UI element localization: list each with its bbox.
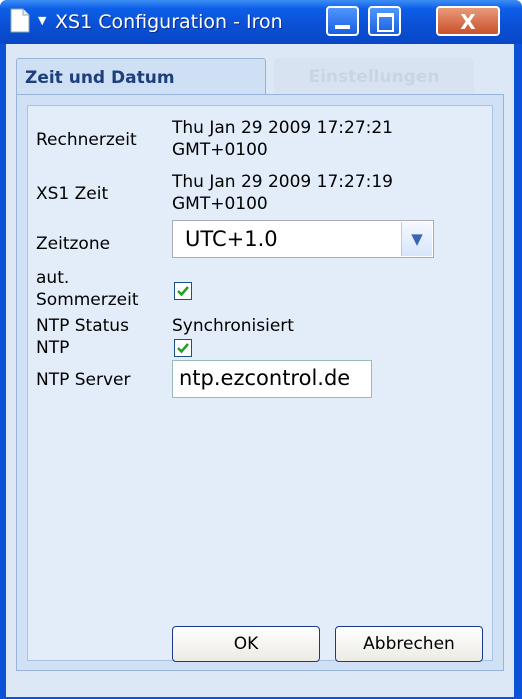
- tab-zeit-und-datum[interactable]: Zeit und Datum: [16, 58, 266, 94]
- maximize-button[interactable]: [368, 6, 401, 36]
- tab-einstellungen[interactable]: Einstellungen: [274, 58, 474, 94]
- ntp-checkbox[interactable]: [174, 339, 192, 357]
- document-icon[interactable]: [10, 8, 30, 33]
- sommerzeit-label-line1: aut.: [36, 268, 70, 288]
- cancel-button[interactable]: Abbrechen: [335, 626, 483, 662]
- ntp-server-label: NTP Server: [36, 370, 131, 390]
- sommerzeit-checkbox[interactable]: [174, 282, 192, 300]
- chevron-down-icon[interactable]: ▼: [401, 222, 432, 256]
- sommerzeit-label-line2: Sommerzeit: [36, 290, 139, 310]
- tab-panel: Rechnerzeit Thu Jan 29 2009 17:27:21 GMT…: [16, 94, 504, 671]
- ntp-status-value: Synchronisiert: [172, 316, 294, 336]
- minimize-button[interactable]: [326, 6, 359, 36]
- zeitzone-selected-value: UTC+1.0: [185, 227, 278, 251]
- close-button[interactable]: X: [436, 6, 500, 36]
- dialog-client: Zeit und Datum Einstellungen Rechnerzeit…: [6, 44, 514, 697]
- ntp-label: NTP: [36, 338, 70, 358]
- xs1-zeit-label: XS1 Zeit: [36, 184, 109, 204]
- zeitzone-select[interactable]: UTC+1.0 ▼: [172, 220, 434, 258]
- checkmark-icon: [177, 343, 189, 354]
- window-menu-arrow-icon[interactable]: ▼: [38, 14, 46, 27]
- ok-button[interactable]: OK: [172, 626, 320, 662]
- xs1-zeit-value-line1: Thu Jan 29 2009 17:27:19: [172, 172, 393, 192]
- rechnerzeit-value-line2: GMT+0100: [172, 140, 268, 160]
- close-icon: X: [460, 10, 476, 34]
- ntp-server-value: ntp.ezcontrol.de: [179, 366, 351, 390]
- config-window: ▼ XS1 Configuration - Iron X Zeit und Da…: [0, 0, 522, 699]
- tab-bar: Zeit und Datum Einstellungen: [16, 58, 504, 94]
- ntp-status-label: NTP Status: [36, 316, 129, 336]
- ntp-server-input[interactable]: ntp.ezcontrol.de: [172, 360, 372, 398]
- rechnerzeit-label: Rechnerzeit: [36, 130, 137, 150]
- checkmark-icon: [177, 286, 189, 297]
- title-bar[interactable]: ▼ XS1 Configuration - Iron X: [0, 0, 522, 44]
- form-area: Rechnerzeit Thu Jan 29 2009 17:27:21 GMT…: [27, 105, 493, 661]
- xs1-zeit-value-line2: GMT+0100: [172, 194, 268, 214]
- window-title: XS1 Configuration - Iron: [55, 11, 283, 33]
- zeitzone-label: Zeitzone: [36, 234, 111, 254]
- rechnerzeit-value-line1: Thu Jan 29 2009 17:27:21: [172, 118, 393, 138]
